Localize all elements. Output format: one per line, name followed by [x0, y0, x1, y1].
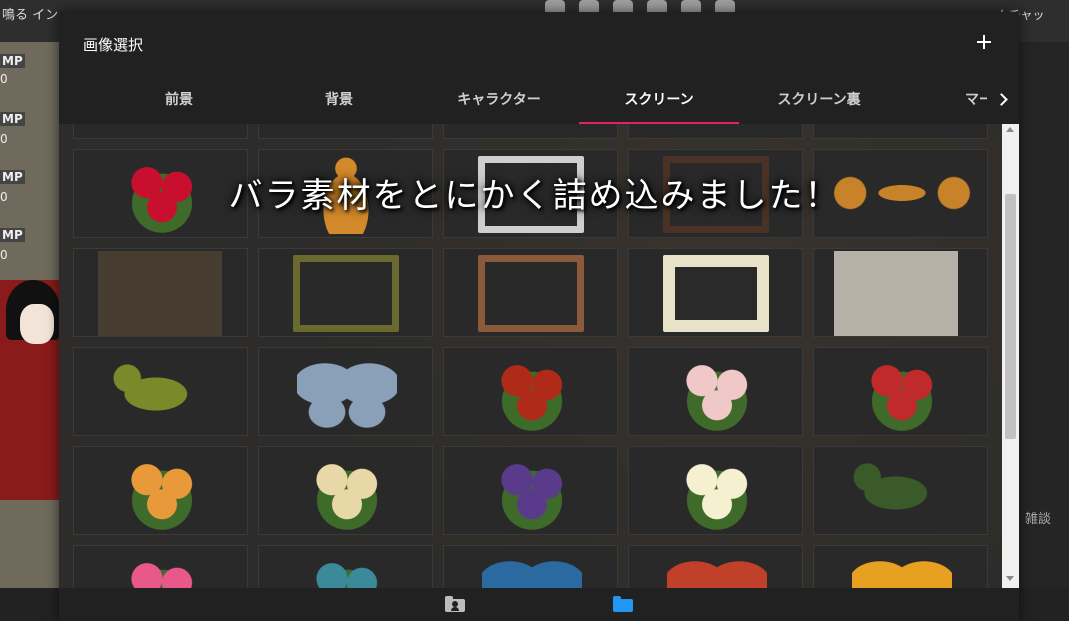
flower-bouquet-icon [112, 154, 212, 236]
scroll-down-arrow-icon[interactable] [1006, 576, 1014, 581]
mp-label: MP [0, 54, 25, 68]
tab-4[interactable]: スクリーン裏 [739, 76, 899, 124]
image-tile[interactable] [258, 149, 433, 238]
side-number: 0 [0, 190, 8, 204]
linen-texture-icon [834, 251, 958, 336]
image-tile[interactable] [258, 545, 433, 588]
folder-icon-body [613, 599, 633, 612]
image-tile[interactable] [73, 446, 248, 535]
parchment-icon [98, 251, 222, 336]
background-right-panel: 雑談 [1019, 42, 1069, 621]
bird-icon [100, 358, 224, 430]
image-tile[interactable] [73, 347, 248, 436]
image-tile[interactable] [628, 124, 803, 139]
bell-icon [311, 154, 381, 234]
mp-label: MP [0, 228, 25, 242]
scroll-thumb[interactable] [1005, 194, 1016, 439]
character-portrait [0, 280, 60, 500]
calla-lily-icon [667, 451, 767, 533]
pink-lily-icon [112, 550, 212, 588]
image-tile[interactable] [628, 347, 803, 436]
image-tile[interactable] [443, 248, 618, 337]
rosebuds-icon [852, 352, 952, 434]
image-tile[interactable] [73, 248, 248, 337]
mp-label: MP [0, 112, 25, 126]
blue-sprig-icon [297, 550, 397, 588]
lace-frame-icon [663, 255, 769, 332]
image-tile[interactable] [258, 124, 433, 139]
background-topbar-text: 鳴る イン [2, 8, 59, 23]
image-tile[interactable] [628, 149, 803, 238]
tab-0[interactable]: 前景 [99, 76, 259, 124]
dark-frame-icon [663, 156, 769, 233]
hummingbird-icon [840, 457, 964, 529]
image-tile[interactable] [443, 446, 618, 535]
image-tile[interactable] [813, 545, 988, 588]
image-grid [59, 124, 1002, 588]
image-tile[interactable] [813, 124, 988, 139]
image-tile[interactable] [443, 347, 618, 436]
dialog-title-bar: 画像選択 [59, 12, 1019, 76]
berry-icon [482, 352, 582, 434]
image-tile[interactable] [628, 545, 803, 588]
image-tile[interactable] [813, 149, 988, 238]
add-image-button[interactable] [972, 30, 996, 54]
image-tile[interactable] [73, 545, 248, 588]
image-tile[interactable] [628, 248, 803, 337]
tab-2[interactable]: キャラクター [419, 76, 579, 124]
image-tile[interactable] [73, 149, 248, 238]
image-tile[interactable] [443, 545, 618, 588]
butterfly-icon [297, 352, 397, 432]
yellow-butterfly-icon [852, 550, 952, 588]
dialog-title: 画像選択 [83, 36, 144, 54]
blossom-icon [667, 352, 767, 434]
image-tile[interactable] [258, 446, 433, 535]
person-icon-body [451, 607, 459, 611]
chat-tab-label: 雑談 [1025, 512, 1052, 527]
mp-label: MP [0, 170, 25, 184]
side-number: 0 [0, 248, 8, 262]
character-face [20, 304, 54, 344]
tab-3[interactable]: スクリーン [579, 76, 739, 124]
image-tile[interactable] [813, 446, 988, 535]
image-tile[interactable] [258, 248, 433, 337]
image-select-dialog: 画像選択 前景 背景 キャラクター スクリーン スクリーン裏 マー [59, 12, 1019, 621]
side-number: 0 [0, 72, 8, 86]
scroll-up-arrow-icon[interactable] [1006, 127, 1014, 132]
side-number: 0 [0, 132, 8, 146]
image-tile[interactable] [443, 149, 618, 238]
my-folder-button[interactable] [613, 596, 633, 614]
tabs-next-button[interactable] [987, 76, 1019, 124]
shared-folder-button[interactable] [445, 596, 465, 614]
red-butterfly-icon [667, 550, 767, 588]
chalk-frame-icon [478, 156, 584, 233]
tab-1[interactable]: 背景 [259, 76, 419, 124]
image-tile[interactable] [628, 446, 803, 535]
orange-roses-icon [112, 451, 212, 533]
image-tile[interactable] [813, 347, 988, 436]
blue-butterfly-icon [482, 550, 582, 588]
wood-frame-icon [478, 255, 584, 332]
category-tabs: 前景 背景 キャラクター スクリーン スクリーン裏 マー [59, 76, 1019, 124]
primrose-icon [482, 451, 582, 533]
image-tile[interactable] [73, 124, 248, 139]
source-switch-bar [59, 588, 1019, 621]
image-tile[interactable] [813, 248, 988, 337]
image-tile[interactable] [443, 124, 618, 139]
grid-scrollbar[interactable] [1002, 124, 1019, 588]
ornament-icon [828, 168, 976, 218]
image-tile[interactable] [258, 347, 433, 436]
vine-frame-icon [293, 255, 399, 332]
wildflowers-icon [297, 451, 397, 533]
